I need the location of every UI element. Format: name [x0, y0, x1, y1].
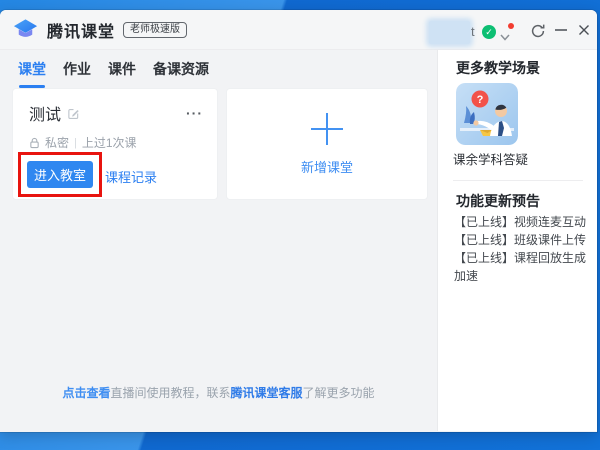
tab-classroom[interactable]: 课堂 — [16, 57, 48, 88]
course-title: 测试 — [29, 107, 62, 124]
updates-section-title: 功能更新预告 — [456, 193, 540, 209]
tip-text-mid: 直播间使用教程，联系 — [110, 386, 231, 400]
minimize-button[interactable] — [554, 24, 568, 36]
minimize-icon — [555, 29, 567, 31]
course-records-link[interactable]: 课程记录 — [105, 167, 157, 186]
app-window: 腾讯课堂 老师极速版 t ✓ 课堂 作业 课件 备课资源 测试 ··· 私密 |… — [0, 10, 597, 432]
notification-dot — [508, 23, 514, 29]
update-item: 【已上线】视频连麦互动 — [454, 215, 587, 229]
svg-text:?: ? — [477, 94, 484, 106]
update-item: 【已上线】课程回放生成加速 — [454, 251, 587, 283]
meta-separator: | — [74, 136, 77, 149]
new-classroom-card[interactable]: 新增课堂 — [226, 88, 428, 200]
app-title: 腾讯课堂 — [47, 23, 116, 41]
annotation-highlight: 进入教室 — [18, 152, 102, 197]
tip-text-end: 了解更多功能 — [302, 386, 375, 400]
contact-support-link[interactable]: 腾讯课堂客服 — [231, 386, 303, 400]
more-menu-button[interactable]: ··· — [186, 106, 203, 120]
chevron-down-icon[interactable] — [500, 28, 510, 46]
close-button[interactable] — [577, 23, 591, 37]
tab-courseware[interactable]: 课件 — [106, 57, 138, 88]
enter-classroom-button[interactable]: 进入教室 — [27, 161, 93, 188]
tab-bar: 课堂 作业 课件 备课资源 — [16, 57, 211, 88]
sidebar-divider — [453, 180, 583, 181]
sidebar: 更多教学场景 ? 课余学科答疑 功能更新预告 【已上线】视频连麦互动 【已上线】… — [437, 50, 597, 431]
updates-list: 【已上线】视频连麦互动 【已上线】班级课件上传 【已上线】课程回放生成加速 — [454, 213, 597, 285]
app-logo-icon — [12, 18, 39, 42]
course-meta: 私密 | 上过1次课 — [29, 134, 217, 151]
footer-tip: 点击查看直播间使用教程，联系腾讯课堂客服了解更多功能 — [0, 384, 437, 401]
scene-caption: 课余学科答疑 — [453, 153, 529, 167]
scene-banner-image[interactable]: ? — [456, 83, 518, 145]
view-tutorial-link[interactable]: 点击查看 — [62, 386, 110, 400]
titlebar: 腾讯课堂 老师极速版 t ✓ — [0, 10, 597, 50]
new-classroom-label: 新增课堂 — [300, 159, 353, 175]
refresh-button[interactable] — [530, 23, 546, 39]
lessons-count-label: 上过1次课 — [81, 136, 137, 150]
tab-homework[interactable]: 作业 — [61, 57, 93, 88]
privacy-label: 私密 — [45, 136, 70, 150]
redacted-account-area — [429, 21, 470, 44]
plus-icon — [311, 113, 343, 145]
edition-badge: 老师极速版 — [123, 21, 188, 38]
edit-icon[interactable] — [67, 107, 80, 120]
account-verified-icon[interactable]: ✓ — [482, 25, 496, 39]
redacted-text-fragment: t — [471, 24, 475, 39]
lock-icon — [29, 137, 40, 149]
close-icon — [579, 25, 589, 35]
update-item: 【已上线】班级课件上传 — [454, 233, 587, 247]
scenes-section-title: 更多教学场景 — [456, 60, 540, 76]
tab-prep-resources[interactable]: 备课资源 — [151, 57, 211, 88]
main-area: 课堂 作业 课件 备课资源 测试 ··· 私密 | 上过1次课 进入教室 课程记… — [0, 50, 437, 431]
refresh-icon — [531, 24, 545, 38]
course-card: 测试 ··· 私密 | 上过1次课 进入教室 课程记录 — [12, 88, 218, 200]
